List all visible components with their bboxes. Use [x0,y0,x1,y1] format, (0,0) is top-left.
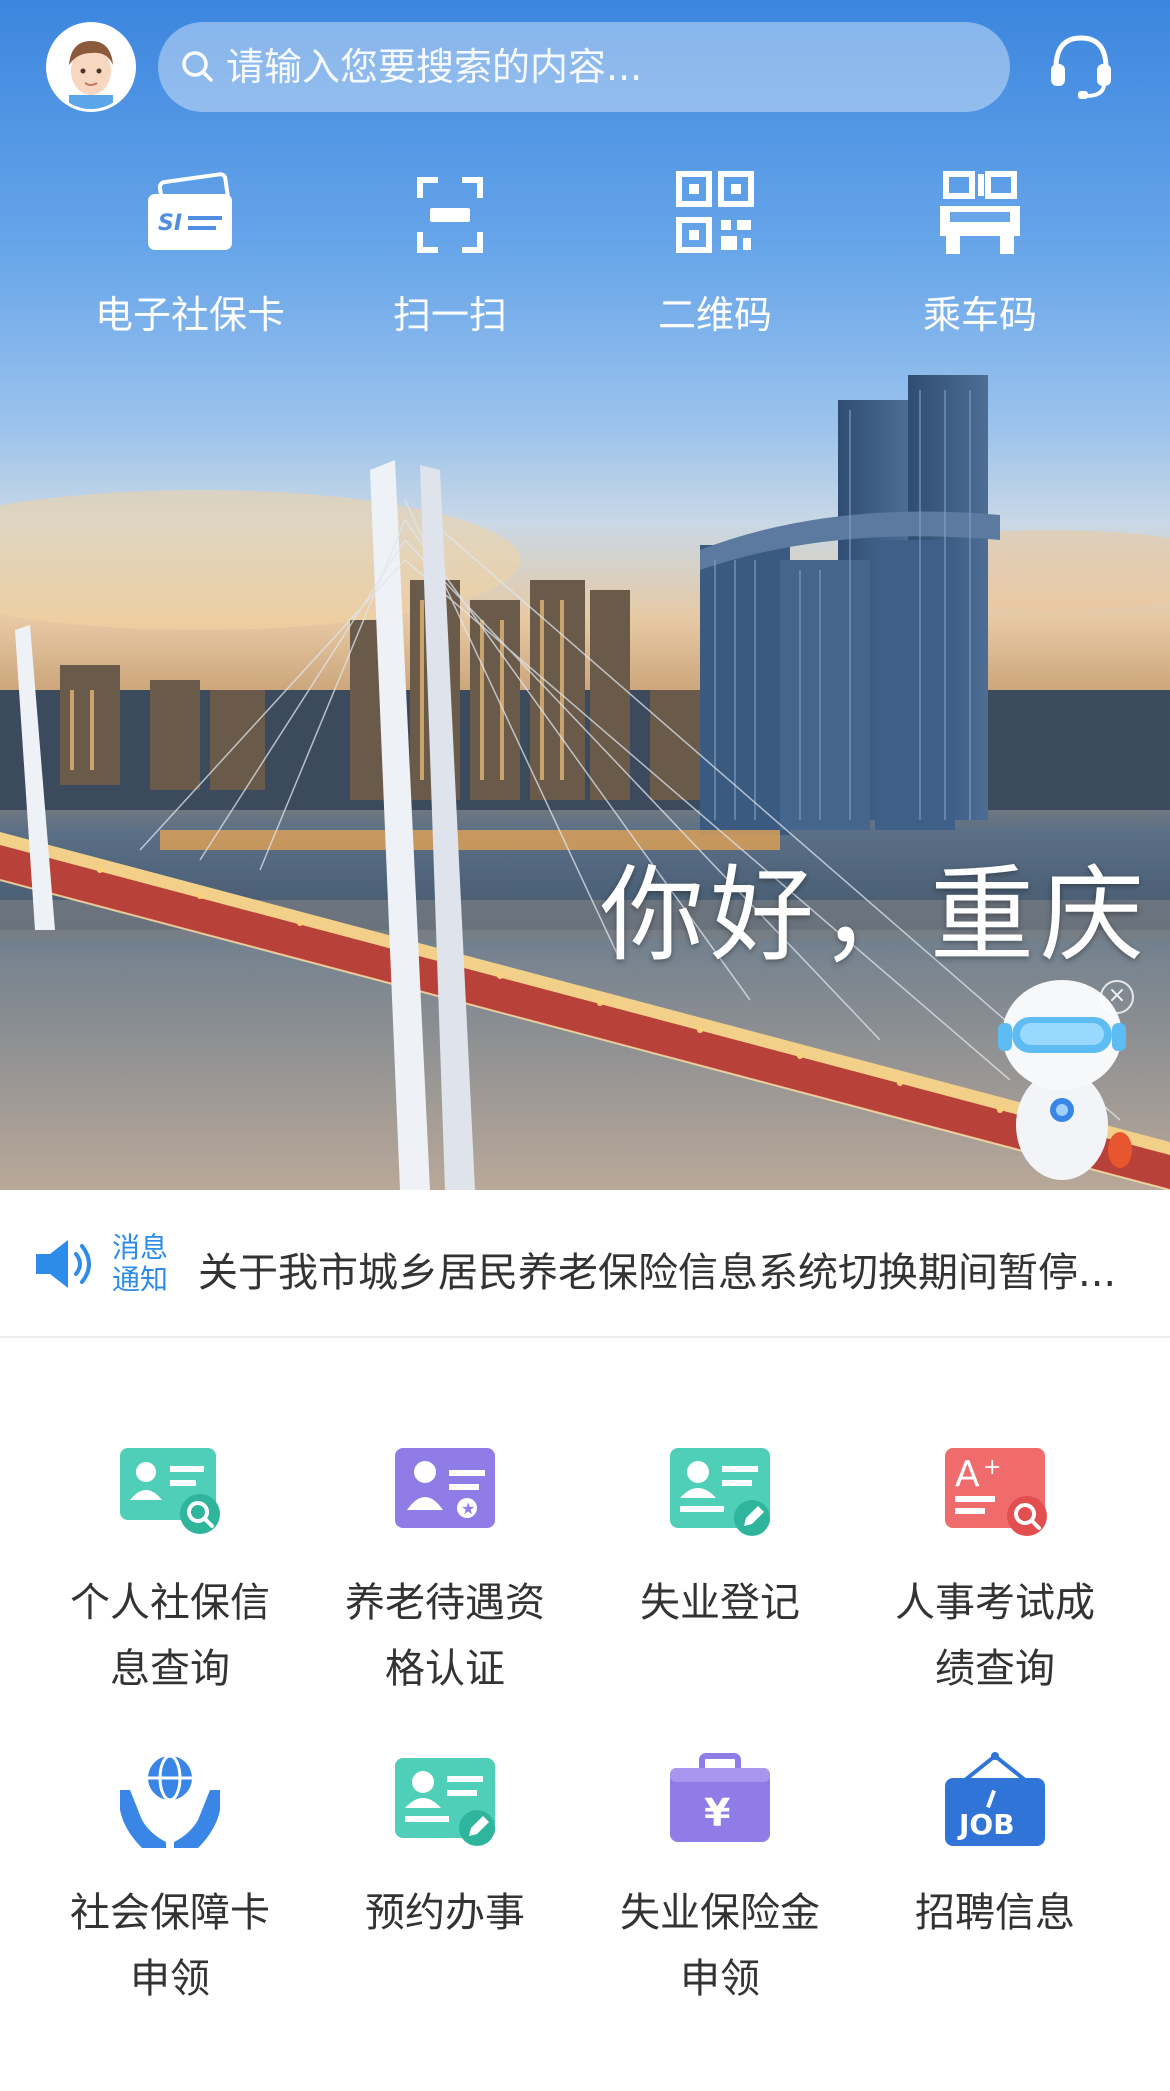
registration-card-icon [670,1448,770,1536]
service-label-line1: 失业登记 [640,1580,800,1626]
notice-text[interactable]: 关于我市城乡居民养老保险信息系统切换期间暂停... [198,1240,1160,1298]
notice-tag-line1: 消息 [111,1231,168,1264]
search-icon [182,51,213,82]
svg-text:+: + [983,1455,1001,1480]
hero-banner: SI 电子社保卡 扫一扫 二维码 [0,0,1170,1190]
quick-action-qr-code[interactable]: 二维码 [595,170,835,339]
appointment-card-icon [395,1758,495,1846]
service-unemployment-registration[interactable]: 失业登记 [590,1440,850,1636]
service-label-line2: 申领 [130,1956,210,2002]
service-unemployment-insurance-application[interactable]: ¥ 失业保险金 申领 [590,1750,850,2012]
avatar-face-icon [49,25,133,109]
service-recruitment-info[interactable]: JOB 招聘信息 [865,1750,1125,1946]
quick-action-social-security-card[interactable]: SI 电子社保卡 [70,170,310,339]
notice-tag: 消息 通知 [110,1232,170,1296]
user-avatar[interactable] [46,22,136,112]
pension-certificate-icon: ★ [395,1448,495,1528]
quick-action-bus-code[interactable]: 乘车码 [860,170,1100,339]
search-input[interactable] [224,44,1010,90]
social-security-card-icon: SI [148,172,233,250]
svg-text:SI: SI [158,211,182,236]
service-label-line1: 人事考试成 [895,1580,1095,1626]
service-label-line2: 绩查询 [935,1646,1055,1692]
bus-code-icon [940,171,1020,254]
service-appointment[interactable]: 预约办事 [315,1750,575,1946]
job-sign-icon: JOB [945,1752,1045,1846]
banner-greeting: 你好，重庆 [600,854,1151,976]
service-label-line1: 养老待遇资 [345,1580,545,1626]
service-label-line1: 失业保险金 [620,1890,820,1936]
service-label-line1: 社会保障卡 [70,1890,270,1936]
svg-text:★: ★ [461,1499,475,1518]
hands-globe-icon [120,1754,220,1848]
close-robot-icon[interactable]: × [1100,980,1134,1014]
svg-text:A: A [955,1454,980,1495]
quick-action-label: 扫一扫 [392,293,507,337]
svg-text:JOB: JOB [957,1808,1015,1841]
service-label-line2: 息查询 [110,1646,230,1692]
scan-icon [417,177,483,253]
service-label-line2: 申领 [680,1956,760,2002]
service-personal-social-security-query[interactable]: 个人社保信 息查询 [40,1440,300,1702]
service-label-line1: 招聘信息 [915,1890,1075,1936]
notice-tag-line2: 通知 [111,1263,168,1296]
service-personnel-exam-score-query[interactable]: A + 人事考试成 绩查询 [865,1440,1125,1702]
svg-text:¥: ¥ [704,1791,730,1835]
quick-action-label: 乘车码 [922,293,1037,337]
customer-service-icon[interactable] [1048,30,1114,100]
notice-bar[interactable]: 消息 通知 关于我市城乡居民养老保险信息系统切换期间暂停... [0,1190,1170,1338]
quick-action-label: 二维码 [657,293,772,337]
speaker-icon [36,1240,91,1288]
service-label-line2: 格认证 [385,1646,505,1692]
exam-score-icon: A + [945,1448,1047,1536]
service-pension-qualification-certification[interactable]: ★ 养老待遇资 格认证 [315,1440,575,1702]
briefcase-yuan-icon: ¥ [670,1753,770,1842]
qr-code-icon [676,171,754,253]
quick-action-label: 电子社保卡 [94,293,285,337]
id-card-search-icon [120,1448,220,1534]
search-bar[interactable] [158,22,1010,112]
service-label-line1: 个人社保信 [70,1580,270,1626]
service-social-security-card-application[interactable]: 社会保障卡 申领 [40,1750,300,2012]
quick-action-scan[interactable]: 扫一扫 [330,170,570,339]
service-label-line1: 预约办事 [365,1890,525,1936]
